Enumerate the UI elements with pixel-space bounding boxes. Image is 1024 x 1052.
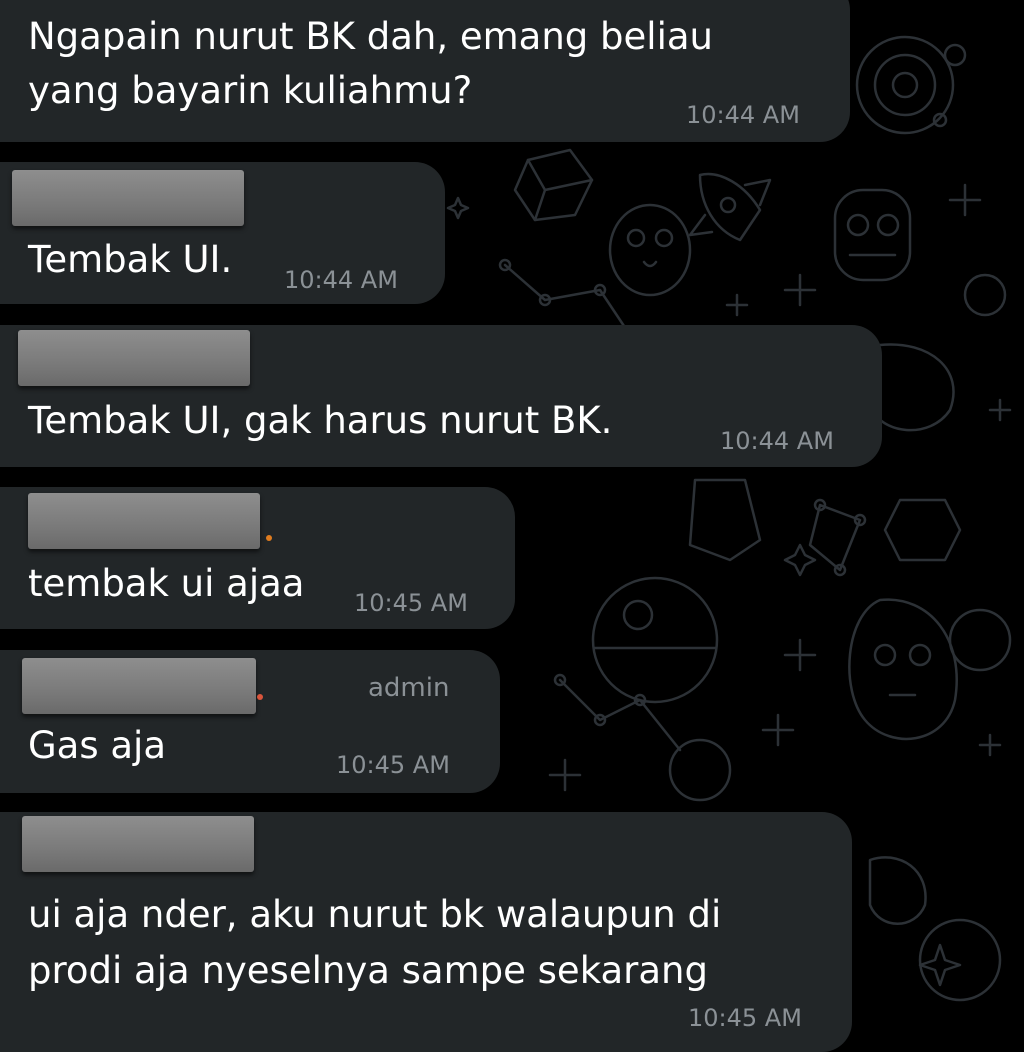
message-timestamp: 10:45 AM [688, 1004, 802, 1032]
message-text: prodi aja nyeselnya sampe sekarang [28, 949, 708, 992]
message-bubble[interactable]: admin Gas aja 10:45 AM [0, 650, 500, 793]
message-text: ui aja nder, aku nurut bk walaupun di [28, 893, 722, 936]
message-text: Tembak UI, gak harus nurut BK. [28, 399, 613, 442]
message-bubble[interactable]: Tembak UI, gak harus nurut BK. 10:44 AM [0, 325, 882, 467]
death-star-icon [591, 576, 719, 704]
rocket-icon [688, 172, 772, 242]
message-bubble[interactable]: tembak ui ajaa 10:45 AM [0, 487, 515, 629]
message-timestamp: 10:45 AM [336, 751, 450, 779]
message-bubble[interactable]: Ngapain nurut BK dah, emang beliau yang … [0, 0, 850, 142]
sparkle-icon [548, 183, 1012, 792]
message-text: Tembak UI. [28, 238, 233, 281]
gem-icon [513, 148, 594, 222]
sender-name-redacted[interactable] [18, 330, 250, 386]
sender-name-redacted[interactable] [22, 658, 256, 714]
astronaut-icon [833, 188, 912, 282]
message-bubble[interactable]: ui aja nder, aku nurut bk walaupun di pr… [0, 812, 852, 1052]
message-timestamp: 10:45 AM [354, 589, 468, 617]
message-timestamp: 10:44 AM [284, 266, 398, 294]
message-text: tembak ui ajaa [28, 562, 305, 605]
message-text: yang bayarin kuliahmu? [28, 69, 473, 112]
planet-icon [855, 35, 967, 135]
message-text: Gas aja [28, 724, 167, 767]
message-text: Ngapain nurut BK dah, emang beliau [28, 15, 713, 58]
admin-badge: admin [368, 673, 450, 703]
message-timestamp: 10:44 AM [720, 427, 834, 455]
sender-color-dot [257, 694, 263, 700]
sender-name-redacted[interactable] [28, 493, 260, 549]
sender-name-redacted[interactable] [12, 170, 244, 226]
sender-color-dot [266, 535, 272, 541]
message-timestamp: 10:44 AM [686, 101, 800, 129]
sender-name-redacted[interactable] [22, 816, 254, 872]
message-bubble[interactable]: Tembak UI. 10:44 AM [0, 162, 445, 304]
porg-icon [608, 203, 692, 297]
